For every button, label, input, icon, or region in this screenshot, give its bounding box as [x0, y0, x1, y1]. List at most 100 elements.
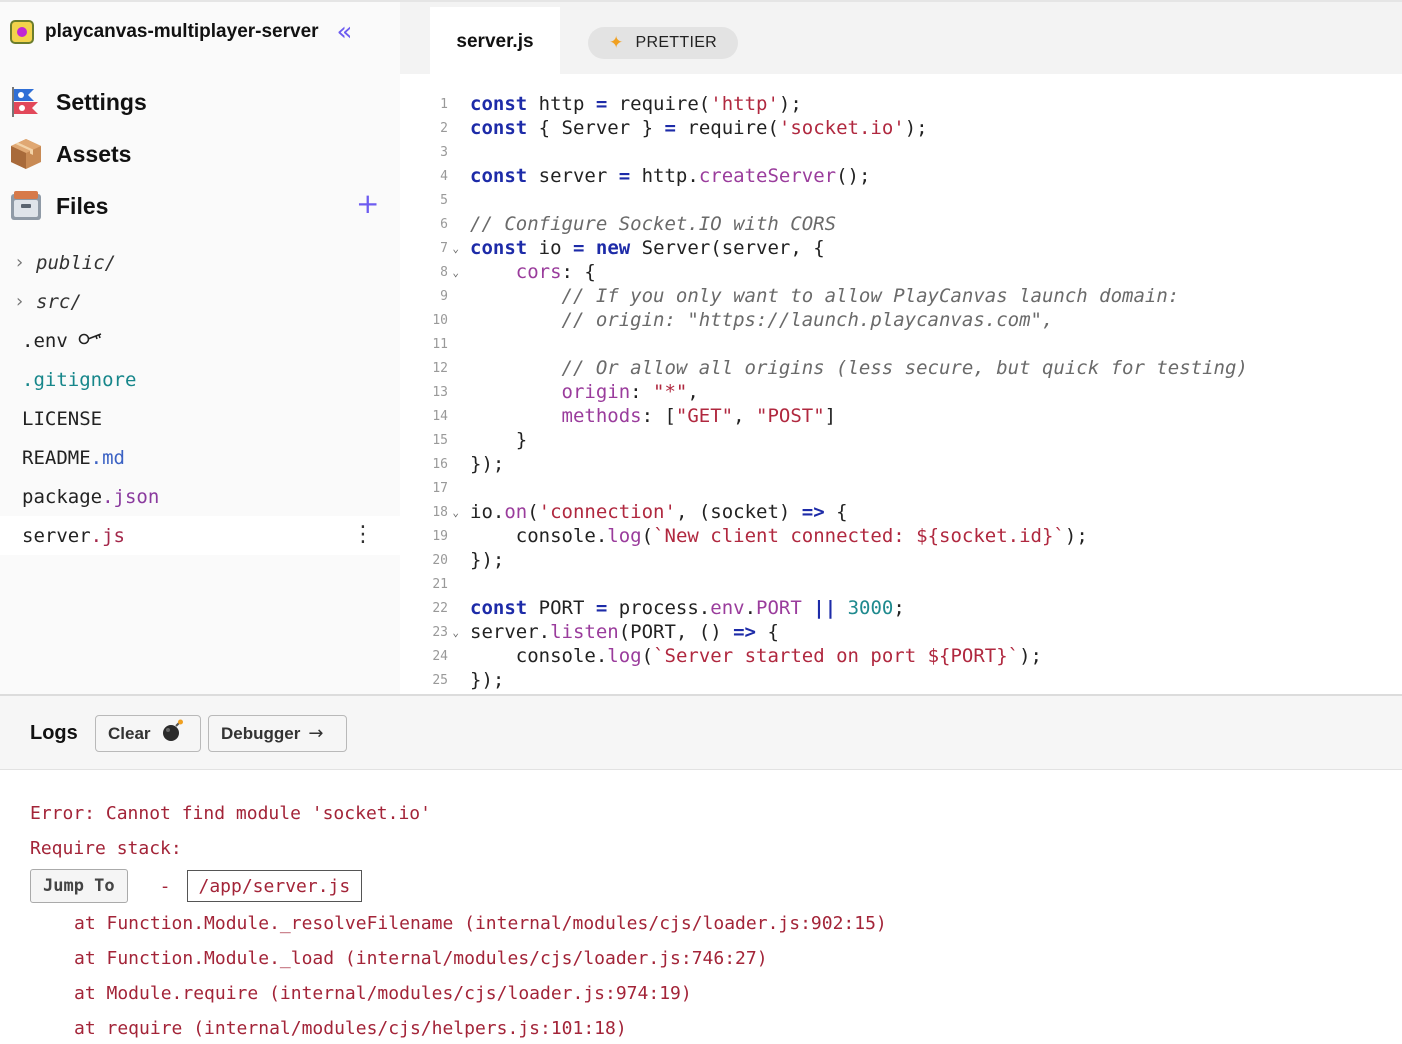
file-gitignore[interactable]: .gitignore — [0, 360, 400, 399]
debugger-button[interactable]: Debugger → — [208, 715, 347, 752]
code-line[interactable]: 7 ⌄ const io = new Server(server, { — [400, 236, 1402, 260]
line-number: 13 — [432, 384, 448, 400]
code-line[interactable]: 21 — [400, 572, 1402, 596]
code-text: const http = require('http'); — [470, 93, 802, 115]
code-line[interactable]: 17 — [400, 476, 1402, 500]
line-number: 25 — [432, 672, 448, 688]
clear-label: Clear — [108, 723, 151, 743]
line-number: 22 — [432, 600, 448, 616]
code-line[interactable]: 5 — [400, 188, 1402, 212]
file-extension: .js — [90, 524, 125, 547]
flags-icon — [8, 84, 44, 120]
line-number: 7 ⌄ — [440, 240, 459, 256]
require-stack-label: Require stack: — [30, 838, 182, 859]
line-number: 20 — [432, 552, 448, 568]
code-text: } — [470, 429, 528, 451]
line-number: 19 — [432, 528, 448, 544]
code-line[interactable]: 1 const http = require('http'); — [400, 92, 1402, 116]
code-line[interactable]: 12 // Or allow all origins (less secure,… — [400, 356, 1402, 380]
nav-files[interactable]: Files — [8, 188, 108, 224]
code-line[interactable]: 10 // origin: "https://launch.playcanvas… — [400, 308, 1402, 332]
add-file-button[interactable]: + — [356, 190, 379, 218]
file-readme[interactable]: README .md — [0, 438, 400, 477]
code-line[interactable]: 24 console.log(`Server started on port $… — [400, 644, 1402, 668]
code-line[interactable]: 20}); — [400, 548, 1402, 572]
code-line[interactable]: 9 // If you only want to allow PlayCanva… — [400, 284, 1402, 308]
jump-to-button[interactable]: Jump To — [30, 869, 128, 903]
line-number: 12 — [432, 360, 448, 376]
file-name: .env — [22, 329, 68, 352]
line-number: 5 — [440, 192, 448, 208]
file-cabinet-icon — [8, 188, 44, 224]
code-line[interactable]: 19 console.log(`New client connected: ${… — [400, 524, 1402, 548]
code-lines: 1 const http = require('http'); 2 const { S… — [400, 92, 1402, 692]
prettier-button[interactable]: ✦ PRETTIER — [588, 27, 738, 59]
nav-assets[interactable]: Assets — [8, 136, 131, 172]
code-line[interactable]: 2 const { Server } = require('socket.io')… — [400, 116, 1402, 140]
collapse-sidebar-icon[interactable]: « — [337, 19, 353, 45]
code-line[interactable]: 25}); — [400, 668, 1402, 692]
line-number: 15 — [432, 432, 448, 448]
jump-path-link[interactable]: /app/server.js — [186, 870, 363, 902]
fold-chevron-icon[interactable]: ⌄ — [452, 242, 459, 255]
code-line[interactable]: 13 origin: "*", — [400, 380, 1402, 404]
fold-chevron-icon[interactable]: ⌄ — [452, 266, 459, 279]
line-number: 2 — [440, 120, 448, 136]
nav-settings[interactable]: Settings — [8, 84, 147, 120]
file-env[interactable]: .env — [0, 321, 400, 360]
sparkle-icon: ✦ — [608, 33, 624, 53]
debugger-label: Debugger — [221, 723, 301, 743]
code-line[interactable]: 22 const PORT = process.env.PORT || 3000; — [400, 596, 1402, 620]
code-text: // Configure Socket.IO with CORS — [470, 213, 837, 235]
folder-src[interactable]: › src/ — [0, 282, 400, 321]
file-license[interactable]: LICENSE — [0, 399, 400, 438]
code-editor[interactable]: 1 const http = require('http'); 2 const { S… — [400, 74, 1402, 694]
code-line[interactable]: 23 ⌄ server.listen(PORT, () => { — [400, 620, 1402, 644]
code-text: const io = new Server(server, { — [470, 237, 825, 259]
chevron-right-icon: › — [14, 252, 25, 273]
line-number: 4 — [440, 168, 448, 184]
tab-server-js[interactable]: server.js — [430, 7, 560, 76]
fold-chevron-icon[interactable]: ⌄ — [452, 626, 459, 639]
code-line[interactable]: 16}); — [400, 452, 1402, 476]
line-number: 24 — [432, 648, 448, 664]
file-package-json[interactable]: package .json — [0, 477, 400, 516]
sidebar: playcanvas-multiplayer-server « Settings… — [0, 0, 400, 694]
code-text: const PORT = process.env.PORT || 3000; — [470, 597, 905, 619]
file-name: README — [22, 446, 91, 469]
stack-line: at Function.Module._resolveFilename (int… — [74, 913, 887, 934]
line-number: 14 — [432, 408, 448, 424]
logs-panel: Logs Clear Debugger → Error: Cannot find… — [0, 694, 1402, 1044]
line-number: 1 — [440, 96, 448, 112]
line-number: 21 — [432, 576, 448, 592]
folder-public[interactable]: › public/ — [0, 243, 400, 282]
line-number: 17 — [432, 480, 448, 496]
file-extension: .gitignore — [22, 368, 137, 391]
key-icon — [78, 330, 104, 352]
file-tree: › public/ › src/ .env .gitignore LICENSE… — [0, 243, 400, 555]
more-options-icon[interactable]: ⋮ — [352, 524, 374, 546]
project-header: playcanvas-multiplayer-server « — [10, 19, 390, 45]
log-output: Error: Cannot find module 'socket.io' Re… — [30, 796, 887, 1044]
code-line[interactable]: 8 ⌄ cors: { — [400, 260, 1402, 284]
code-line[interactable]: 11 — [400, 332, 1402, 356]
file-server-js[interactable]: server .js ⋮ — [0, 516, 400, 555]
fold-chevron-icon[interactable]: ⌄ — [452, 506, 459, 519]
code-line[interactable]: 14 methods: ["GET", "POST"] — [400, 404, 1402, 428]
code-text: io.on('connection', (socket) => { — [470, 501, 848, 523]
code-line[interactable]: 15 } — [400, 428, 1402, 452]
code-line[interactable]: 18 ⌄ io.on('connection', (socket) => { — [400, 500, 1402, 524]
code-line[interactable]: 4 const server = http.createServer(); — [400, 164, 1402, 188]
code-text: }); — [470, 669, 505, 691]
line-number: 9 — [440, 288, 448, 304]
line-number: 16 — [432, 456, 448, 472]
stack-line: at require (internal/modules/cjs/helpers… — [74, 1018, 627, 1039]
code-text: methods: ["GET", "POST"] — [561, 405, 837, 427]
code-text: // If you only want to allow PlayCanvas … — [470, 285, 1180, 307]
stack-line: at Module.require (internal/modules/cjs/… — [74, 983, 692, 1004]
code-line[interactable]: 3 — [400, 140, 1402, 164]
error-message: Error: Cannot find module 'socket.io' — [30, 803, 431, 824]
code-line[interactable]: 6 // Configure Socket.IO with CORS — [400, 212, 1402, 236]
clear-logs-button[interactable]: Clear — [95, 715, 201, 752]
file-extension: .md — [90, 446, 125, 469]
